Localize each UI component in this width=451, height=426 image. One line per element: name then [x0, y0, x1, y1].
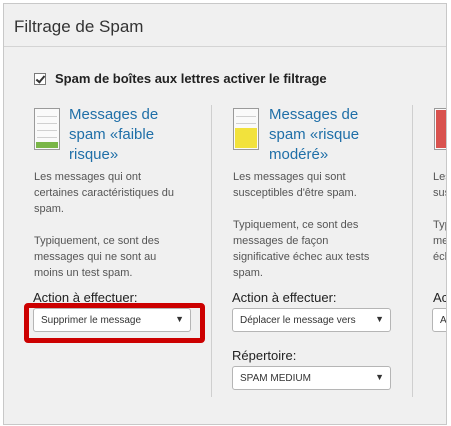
- medium-risk-folder-value: SPAM MEDIUM: [240, 373, 311, 384]
- medium-risk-title-line: modéré»: [269, 146, 329, 163]
- desc-line: messages qui ne sont au: [34, 251, 157, 263]
- medium-risk-title[interactable]: Messages de spam «risque modéré»: [269, 105, 359, 165]
- medium-risk-action-label: Action à effectuer:: [232, 290, 337, 305]
- medium-risk-folder-label: Répertoire:: [232, 348, 297, 363]
- desc-line: susceptibles d'être spam.: [233, 187, 357, 199]
- spam-level-medium-fill: [235, 128, 257, 148]
- medium-risk-action-select[interactable]: Déplacer le message vers ▼: [232, 308, 391, 332]
- high-risk-action-label: Acti: [433, 290, 447, 305]
- medium-risk-folder-select[interactable]: SPAM MEDIUM ▼: [232, 366, 391, 390]
- low-risk-title-line: spam «faible: [69, 126, 155, 143]
- medium-risk-action-value: Déplacer le message vers: [240, 315, 356, 326]
- spam-filter-panel: Filtrage de Spam Spam de boîtes aux lett…: [3, 3, 447, 425]
- desc-line: spam.: [233, 267, 263, 279]
- desc-line: moins un test spam.: [34, 267, 133, 279]
- spam-level-low-fill: [36, 142, 58, 148]
- desc-line: significative échec aux tests: [233, 251, 370, 263]
- low-risk-description: Les messages qui ont certaines caractéri…: [34, 169, 204, 281]
- desc-line: messages de façon: [233, 235, 329, 247]
- desc-spacer: [233, 201, 403, 217]
- medium-risk-title-line: Messages de: [269, 106, 359, 123]
- highlight-annotation: [24, 303, 205, 343]
- column-divider: [211, 105, 212, 397]
- desc-line: Typiquement, ce sont des: [233, 219, 359, 231]
- high-risk-description: Les susc Typi mes éche: [433, 169, 446, 265]
- panel-header: Filtrage de Spam: [4, 4, 446, 47]
- medium-risk-description: Les messages qui sont susceptibles d'êtr…: [233, 169, 403, 281]
- low-risk-title[interactable]: Messages de spam «faible risque»: [69, 105, 158, 165]
- spam-level-high-fill: [436, 110, 446, 148]
- high-risk-action-select[interactable]: Au: [432, 308, 447, 332]
- low-risk-title-line: risque»: [69, 146, 119, 163]
- desc-line: spam.: [34, 203, 64, 215]
- desc-line: Typiquement, ce sont des: [34, 235, 160, 247]
- desc-line: Les messages qui ont: [34, 171, 142, 183]
- spam-level-low-icon: [34, 108, 60, 150]
- high-risk-action-value: Au: [440, 315, 447, 326]
- desc-line: Typi: [433, 219, 446, 231]
- desc-line: Les messages qui sont: [233, 171, 346, 183]
- enable-filter-checkbox[interactable]: [34, 72, 46, 85]
- chevron-down-icon: ▼: [375, 314, 384, 324]
- desc-line: susc: [433, 187, 446, 199]
- enable-filter-label: Spam de boîtes aux lettres activer le fi…: [55, 71, 327, 86]
- enable-filter-row[interactable]: Spam de boîtes aux lettres activer le fi…: [34, 71, 327, 86]
- panel-title: Filtrage de Spam: [14, 17, 144, 36]
- low-risk-title-line: Messages de: [69, 106, 159, 123]
- desc-line: Les: [433, 171, 446, 183]
- desc-line: éche: [433, 251, 446, 263]
- desc-line: mes: [433, 235, 446, 247]
- column-divider: [412, 105, 413, 397]
- desc-spacer: [433, 201, 446, 217]
- spam-level-medium-icon: [233, 108, 259, 150]
- medium-risk-title-line: spam «risque: [269, 126, 360, 143]
- spam-level-high-icon: [434, 108, 446, 150]
- desc-spacer: [34, 217, 204, 233]
- desc-line: certaines caractéristiques du: [34, 187, 175, 199]
- chevron-down-icon: ▼: [375, 372, 384, 382]
